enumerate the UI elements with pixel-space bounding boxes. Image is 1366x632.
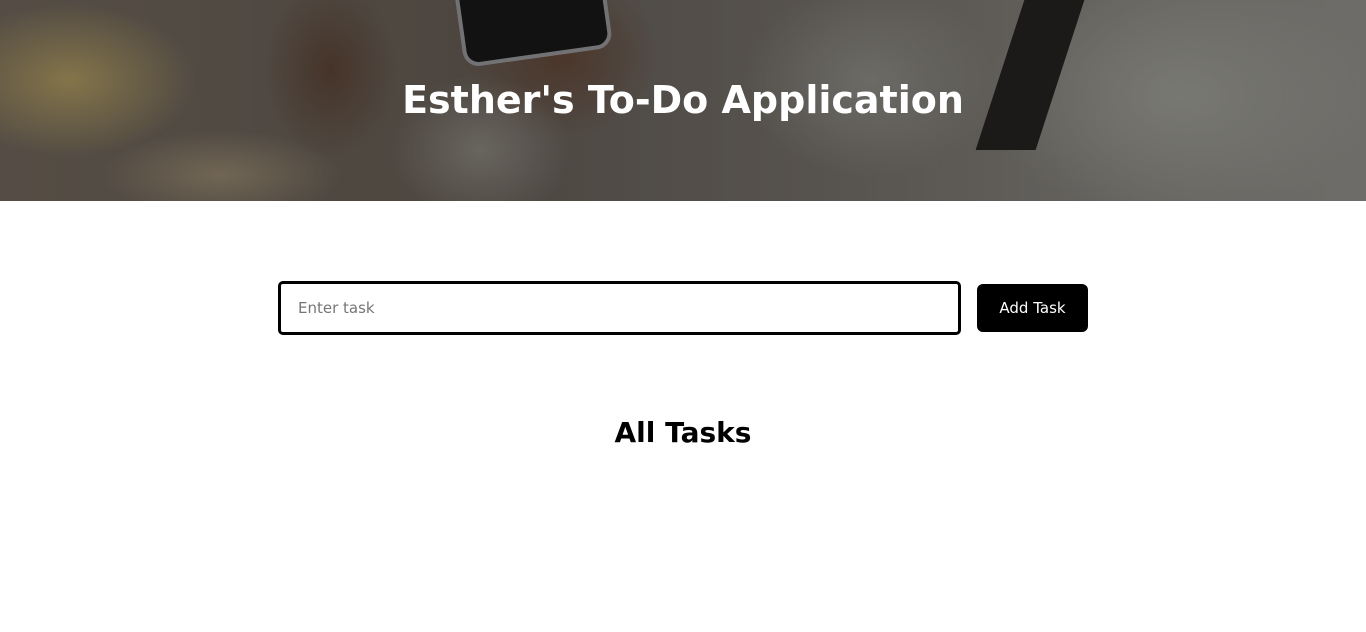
page-title: Esther's To-Do Application xyxy=(402,78,964,122)
add-task-button[interactable]: Add Task xyxy=(977,284,1088,332)
task-input[interactable] xyxy=(278,281,961,335)
hero-banner: Esther's To-Do Application xyxy=(0,0,1366,201)
all-tasks-heading: All Tasks xyxy=(614,416,752,449)
add-task-form: Add Task xyxy=(278,281,1088,335)
